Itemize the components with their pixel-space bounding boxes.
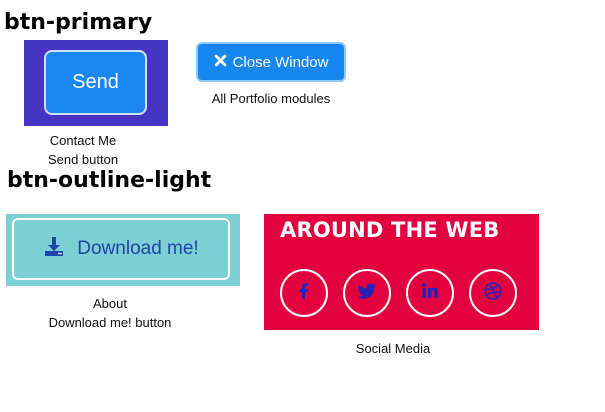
download-button-preview: Download me! [6, 214, 240, 286]
linkedin-button[interactable] [406, 269, 454, 317]
social-title: AROUND THE WEB [280, 218, 500, 242]
facebook-button[interactable] [280, 269, 328, 317]
facebook-icon [294, 281, 314, 306]
heading-btn-primary: btn-primary [4, 10, 153, 35]
download-button[interactable]: Download me! [12, 218, 230, 280]
send-caption-line2: Send button [47, 152, 119, 167]
twitter-button[interactable] [343, 269, 391, 317]
download-caption-line1: About [93, 296, 127, 311]
send-caption-line1: Contact Me [49, 133, 117, 148]
send-button-preview: Send [24, 40, 168, 126]
send-button[interactable]: Send [44, 50, 147, 115]
download-caption-line2: Download me! button [48, 315, 172, 330]
linkedin-icon [420, 281, 440, 306]
twitter-icon [356, 281, 378, 306]
close-window-label: Close Window [232, 53, 329, 71]
send-caption: Contact Me Send button [24, 131, 142, 169]
dribbble-icon [483, 281, 503, 306]
social-media-panel: AROUND THE WEB [264, 214, 539, 330]
close-window-button[interactable]: Close Window [196, 42, 346, 82]
download-caption: About Download me! button [6, 294, 214, 332]
heading-btn-outline-light: btn-outline-light [7, 168, 212, 193]
download-icon [43, 235, 65, 263]
download-label: Download me! [77, 238, 199, 259]
dribbble-button[interactable] [469, 269, 517, 317]
social-caption: Social Media [355, 341, 431, 356]
close-icon [214, 54, 227, 71]
close-window-caption: All Portfolio modules [211, 91, 331, 106]
